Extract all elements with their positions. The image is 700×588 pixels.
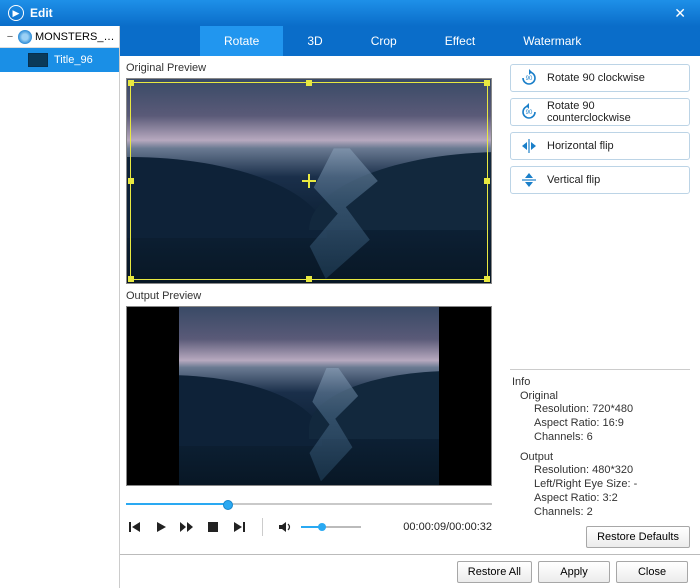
- sidebar: − MONSTERS_U... Title_96: [0, 26, 120, 588]
- flip-vertical-icon: [519, 170, 539, 190]
- info-header: Info: [512, 376, 690, 388]
- title-label: Title_96: [54, 54, 93, 66]
- crop-handle[interactable]: [306, 80, 312, 86]
- sidebar-title-item[interactable]: Title_96: [0, 48, 119, 72]
- info-output-header: Output: [520, 451, 690, 463]
- crop-handle[interactable]: [128, 80, 134, 86]
- volume-slider[interactable]: [301, 523, 361, 531]
- original-preview[interactable]: [126, 78, 492, 284]
- crop-handle[interactable]: [484, 80, 490, 86]
- rotate-cw-button[interactable]: 90 Rotate 90 clockwise: [510, 64, 690, 92]
- tab-crop[interactable]: Crop: [347, 26, 421, 56]
- restore-defaults-button[interactable]: Restore Defaults: [586, 526, 690, 548]
- output-preview-label: Output Preview: [126, 290, 500, 302]
- flip-horizontal-button[interactable]: Horizontal flip: [510, 132, 690, 160]
- crop-handle[interactable]: [484, 276, 490, 282]
- output-preview: [126, 306, 492, 486]
- app-logo-icon: ▶: [8, 5, 24, 21]
- crop-handle[interactable]: [306, 276, 312, 282]
- play-button[interactable]: [152, 518, 170, 536]
- collapse-icon[interactable]: −: [4, 31, 16, 43]
- flip-horizontal-icon: [519, 136, 539, 156]
- close-window-button[interactable]: ✕: [668, 3, 692, 24]
- crop-handle[interactable]: [484, 178, 490, 184]
- svg-text:90: 90: [526, 76, 533, 82]
- rotate-ccw-button[interactable]: 90 Rotate 90 counterclockwise: [510, 98, 690, 126]
- center-cross-icon: [302, 174, 316, 188]
- fast-forward-button[interactable]: [178, 518, 196, 536]
- tab-3d[interactable]: 3D: [283, 26, 346, 56]
- info-panel: Info Original Resolution: 720*480 Aspect…: [510, 363, 690, 548]
- title-bar: ▶ Edit ✕: [0, 0, 700, 26]
- crop-handle[interactable]: [128, 276, 134, 282]
- rotate-cw-icon: 90: [519, 68, 539, 88]
- crop-handle[interactable]: [128, 178, 134, 184]
- disc-label: MONSTERS_U...: [35, 31, 115, 43]
- dialog-footer: Restore All Apply Close: [120, 554, 700, 588]
- info-original-header: Original: [520, 390, 690, 402]
- time-display: 00:00:09/00:00:32: [403, 521, 492, 533]
- stop-button[interactable]: [204, 518, 222, 536]
- apply-button[interactable]: Apply: [538, 561, 610, 583]
- rotate-ccw-icon: 90: [519, 102, 539, 122]
- disc-icon: [18, 30, 32, 44]
- original-preview-label: Original Preview: [126, 62, 500, 74]
- tab-rotate[interactable]: Rotate: [200, 26, 283, 56]
- tab-bar: Rotate 3D Crop Effect Watermark: [120, 26, 700, 56]
- tab-effect[interactable]: Effect: [421, 26, 499, 56]
- close-button[interactable]: Close: [616, 561, 688, 583]
- seek-slider[interactable]: [126, 498, 492, 510]
- prev-button[interactable]: [126, 518, 144, 536]
- playback-controls: 00:00:09/00:00:32: [126, 518, 492, 542]
- volume-icon[interactable]: [277, 518, 295, 536]
- title-thumbnail: [28, 53, 48, 67]
- tab-watermark[interactable]: Watermark: [499, 26, 605, 56]
- flip-vertical-button[interactable]: Vertical flip: [510, 166, 690, 194]
- next-button[interactable]: [230, 518, 248, 536]
- svg-text:90: 90: [526, 110, 533, 116]
- restore-all-button[interactable]: Restore All: [457, 561, 532, 583]
- window-title: Edit: [30, 6, 53, 20]
- disc-header[interactable]: − MONSTERS_U...: [0, 26, 119, 48]
